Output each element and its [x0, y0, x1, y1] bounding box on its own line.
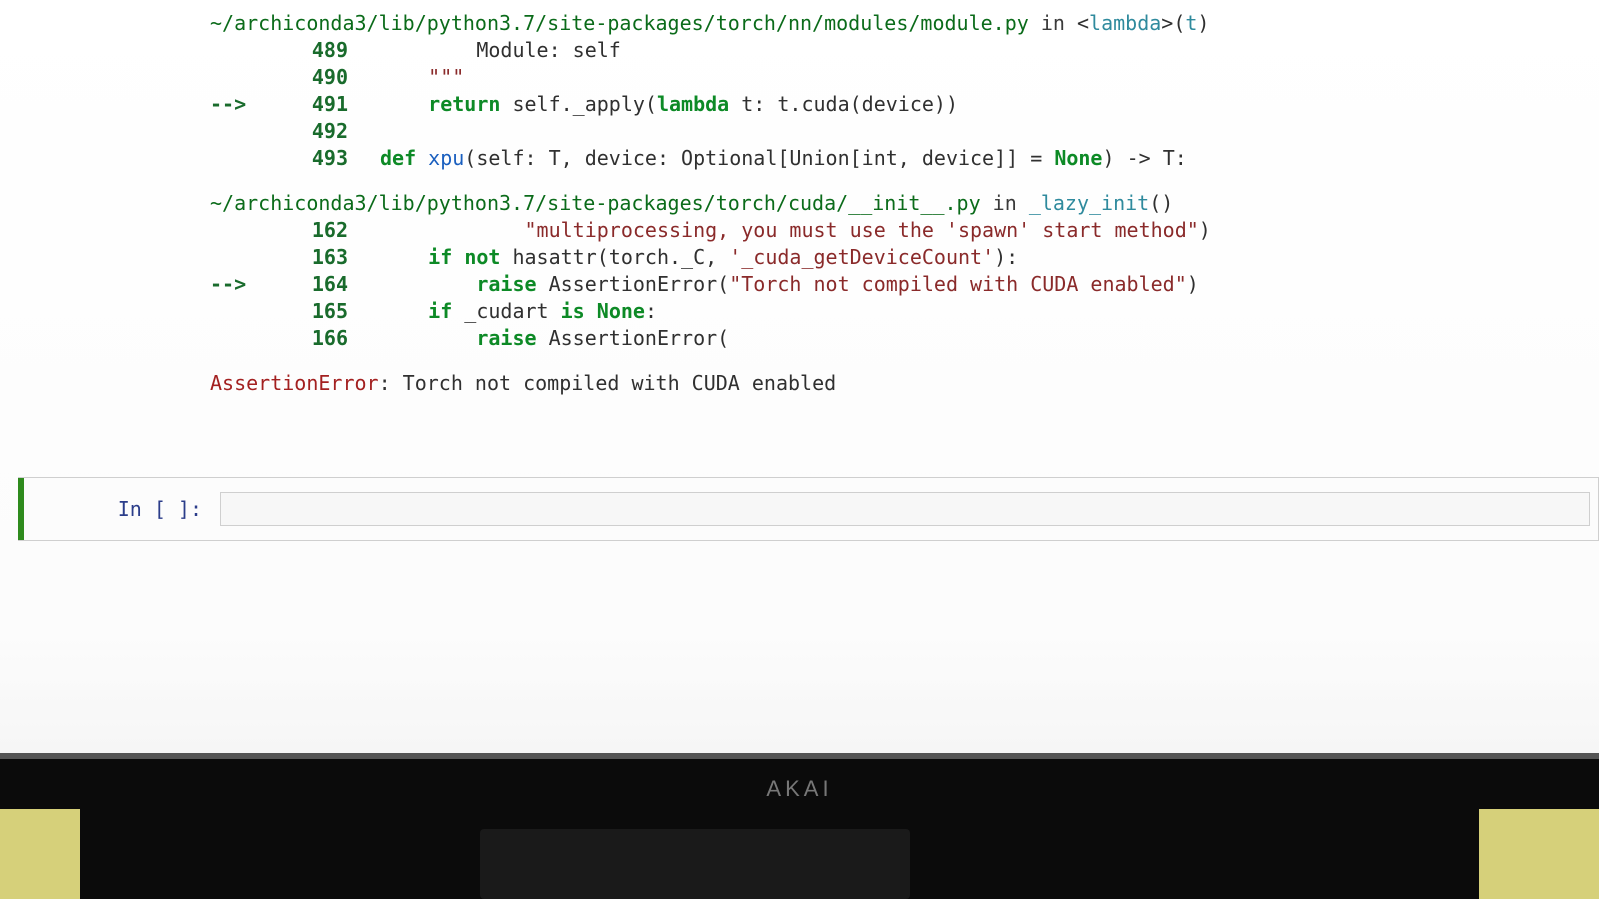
traceback-lines: 162 "multiprocessing, you must use the '…	[210, 217, 1599, 352]
cell-prompt: In [ ]:	[24, 478, 212, 540]
traceback-line: 492	[210, 118, 1599, 145]
spacer	[0, 352, 1599, 370]
traceback-in: in	[993, 191, 1017, 215]
monitor-stand	[480, 829, 910, 899]
traceback-func: <lambda>(t)	[1077, 11, 1209, 35]
traceback-lineno: 490	[270, 64, 380, 91]
traceback-line: -->491 return self._apply(lambda t: t.cu…	[210, 91, 1599, 118]
input-cell: In [ ]:	[18, 477, 1599, 541]
traceback-code: if _cudart is None:	[380, 298, 1599, 325]
traceback-lineno: 492	[270, 118, 380, 145]
traceback-lineno: 491	[270, 91, 380, 118]
traceback-arrow	[210, 217, 270, 244]
traceback-code: "multiprocessing, you must use the 'spaw…	[380, 217, 1599, 244]
traceback-arrow: -->	[210, 91, 270, 118]
traceback-lineno: 166	[270, 325, 380, 352]
traceback-lineno: 164	[270, 271, 380, 298]
code-input[interactable]	[220, 492, 1590, 526]
traceback-arrow	[210, 37, 270, 64]
traceback-lineno: 489	[270, 37, 380, 64]
error-sep: :	[379, 371, 403, 395]
traceback-in: in	[1041, 11, 1065, 35]
traceback-code: raise AssertionError(	[380, 325, 1599, 352]
spacer	[0, 172, 1599, 190]
traceback-frame-header: ~/archiconda3/lib/python3.7/site-package…	[210, 190, 1599, 217]
monitor-bezel: AKAI	[0, 759, 1599, 899]
traceback-line: 165 if _cudart is None:	[210, 298, 1599, 325]
traceback-line: 163 if not hasattr(torch._C, '_cuda_getD…	[210, 244, 1599, 271]
error-summary: AssertionError: Torch not compiled with …	[210, 370, 1599, 397]
cell-input-wrap	[212, 478, 1598, 540]
jupyter-page: ~/archiconda3/lib/python3.7/site-package…	[0, 0, 1599, 899]
traceback-code: """	[380, 64, 1599, 91]
error-message: Torch not compiled with CUDA enabled	[403, 371, 836, 395]
traceback-path: ~/archiconda3/lib/python3.7/site-package…	[210, 191, 981, 215]
traceback-line: 490 """	[210, 64, 1599, 91]
traceback-lineno: 165	[270, 298, 380, 325]
traceback-lineno: 493	[270, 145, 380, 172]
traceback-line: 162 "multiprocessing, you must use the '…	[210, 217, 1599, 244]
traceback-code: raise AssertionError("Torch not compiled…	[380, 271, 1599, 298]
traceback-arrow	[210, 145, 270, 172]
error-name: AssertionError	[210, 371, 379, 395]
traceback-lineno: 162	[270, 217, 380, 244]
traceback-arrow	[210, 118, 270, 145]
monitor-brand-logo: AKAI	[766, 774, 832, 804]
traceback-arrow	[210, 64, 270, 91]
traceback-func: _lazy_init()	[1029, 191, 1174, 215]
traceback-lines: 489 Module: self490 """-->491 return sel…	[210, 37, 1599, 172]
traceback-arrow	[210, 298, 270, 325]
traceback-arrow	[210, 325, 270, 352]
traceback-code: return self._apply(lambda t: t.cuda(devi…	[380, 91, 1599, 118]
traceback-output: ~/archiconda3/lib/python3.7/site-package…	[0, 0, 1599, 427]
traceback-code: if not hasattr(torch._C, '_cuda_getDevic…	[380, 244, 1599, 271]
traceback-path: ~/archiconda3/lib/python3.7/site-package…	[210, 11, 1029, 35]
traceback-line: -->164 raise AssertionError("Torch not c…	[210, 271, 1599, 298]
traceback-arrow	[210, 244, 270, 271]
traceback-code: Module: self	[380, 37, 1599, 64]
traceback-frame-header: ~/archiconda3/lib/python3.7/site-package…	[210, 10, 1599, 37]
traceback-code	[380, 118, 1599, 145]
traceback-line: 166 raise AssertionError(	[210, 325, 1599, 352]
desk-surface	[1479, 809, 1599, 899]
traceback-lineno: 163	[270, 244, 380, 271]
desk-surface	[0, 809, 80, 899]
traceback-line: 489 Module: self	[210, 37, 1599, 64]
traceback-line: 493def xpu(self: T, device: Optional[Uni…	[210, 145, 1599, 172]
traceback-arrow: -->	[210, 271, 270, 298]
traceback-code: def xpu(self: T, device: Optional[Union[…	[380, 145, 1599, 172]
